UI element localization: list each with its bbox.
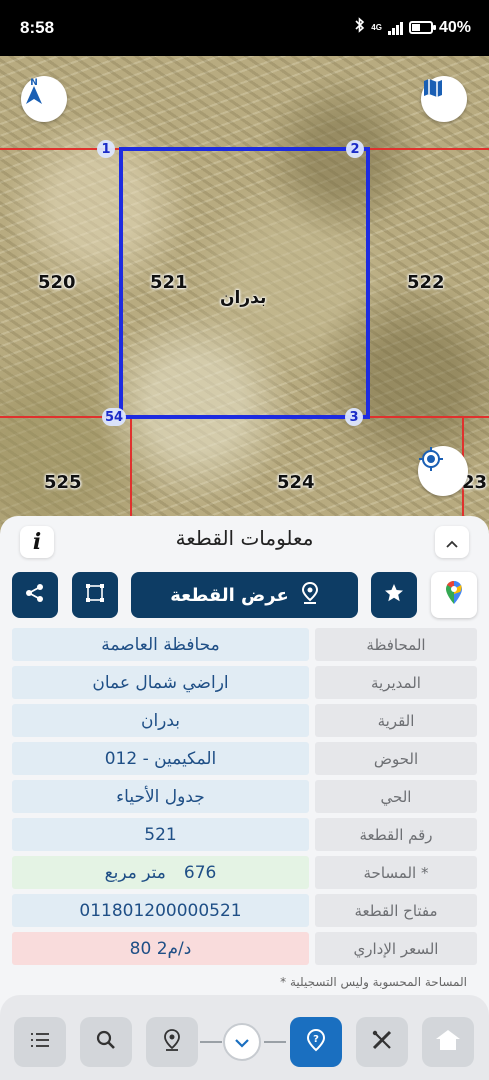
- signal-icon: [387, 21, 403, 35]
- panel-title: معلومات القطعة: [175, 526, 314, 550]
- status-time: 8:58: [20, 18, 55, 37]
- vertex-marker: 1: [97, 140, 115, 158]
- parcel-number-label: 521: [150, 272, 188, 293]
- map-layers-button[interactable]: [421, 76, 467, 122]
- parcel-number-label: 524: [277, 472, 315, 493]
- bluetooth-icon: [355, 17, 365, 38]
- area-value: 676: [183, 862, 217, 883]
- star-icon: [383, 582, 405, 608]
- home-icon: [435, 1028, 461, 1056]
- favorite-button[interactable]: [371, 572, 417, 618]
- plot-key-label: مفتاح القطعة: [315, 894, 477, 927]
- neighborhood-value: جدول الأحياء: [12, 780, 309, 813]
- info-row-directorate: اراضي شمال عمان المديرية: [12, 666, 477, 699]
- admin-price-label: السعر الإداري: [315, 932, 477, 965]
- measure-tools-icon: [371, 1029, 393, 1055]
- network-type: 4G: [371, 22, 382, 32]
- chevron-up-icon: [446, 533, 458, 552]
- basin-value: المكيمين - 012: [12, 742, 309, 775]
- map-pin-icon: [301, 581, 319, 609]
- village-value: بدران: [12, 704, 309, 737]
- basin-label: الحوض: [315, 742, 477, 775]
- help-pin-icon: ?: [305, 1028, 327, 1056]
- info-row-governorate: محافظة العاصمة المحافظة: [12, 628, 477, 661]
- status-icons: 4G 40%: [355, 17, 471, 38]
- governorate-label: المحافظة: [315, 628, 477, 661]
- vertex-marker: 2: [346, 140, 364, 158]
- parcel-number-label: 525: [44, 472, 82, 493]
- plot-query-button[interactable]: ?: [290, 1017, 342, 1067]
- list-button[interactable]: [14, 1017, 66, 1067]
- info-row-neighborhood: جدول الأحياء الحي: [12, 780, 477, 813]
- vertex-marker: 54: [102, 408, 126, 426]
- search-icon: [96, 1030, 116, 1054]
- panel-header: i معلومات القطعة: [0, 516, 489, 566]
- home-button[interactable]: [422, 1017, 474, 1067]
- draw-polygon-button[interactable]: [72, 572, 118, 618]
- view-plot-label: عرض القطعة: [170, 584, 289, 606]
- area-footnote: * المساحة المحسوبة وليس التسجيلية: [280, 975, 467, 989]
- governorate-value: محافظة العاصمة: [12, 628, 309, 661]
- share-button[interactable]: [12, 572, 58, 618]
- neighborhood-label: الحي: [315, 780, 477, 813]
- parcel-number-label: 520: [38, 272, 76, 293]
- info-row-basin: المكيمين - 012 الحوض: [12, 742, 477, 775]
- polygon-icon: [84, 582, 106, 608]
- battery-icon: [408, 21, 436, 34]
- vertex-marker: 3: [345, 408, 363, 426]
- google-maps-icon: [444, 580, 464, 610]
- plot-number-value: 521: [12, 818, 309, 851]
- measure-tools-button[interactable]: [356, 1017, 408, 1067]
- list-icon: [30, 1032, 50, 1052]
- bottom-toolbar: ?: [0, 995, 489, 1080]
- village-label: بدران: [220, 288, 267, 308]
- area-unit: متر مربع: [104, 862, 166, 883]
- area-value-cell: متر مربع 676: [12, 856, 309, 889]
- info-row-admin-price: 80 د/م2 السعر الإداري: [12, 932, 477, 965]
- battery-level: 40%: [438, 18, 471, 36]
- satellite-map[interactable]: 1 2 3 54 520 521 522 525 524 23 بدران N: [0, 56, 489, 556]
- collapse-button[interactable]: [435, 526, 469, 558]
- expand-toolbar-button[interactable]: [223, 1023, 261, 1061]
- parcel-number-label: 522: [407, 272, 445, 293]
- info-row-area: متر مربع 676 المساحة *: [12, 856, 477, 889]
- village-label: القرية: [315, 704, 477, 737]
- share-icon: [24, 582, 46, 608]
- locate-me-button[interactable]: [418, 446, 468, 496]
- info-row-plot-key: 011801200000521 مفتاح القطعة: [12, 894, 477, 927]
- view-plot-button[interactable]: عرض القطعة: [131, 572, 358, 618]
- status-bar: 8:58 4G 40%: [0, 0, 489, 56]
- north-arrow-button[interactable]: N: [21, 76, 67, 122]
- search-button[interactable]: [80, 1017, 132, 1067]
- svg-text:?: ?: [313, 1034, 319, 1045]
- chevron-down-icon: [235, 1033, 249, 1052]
- area-label: المساحة *: [315, 856, 477, 889]
- toolbar-divider: [264, 1041, 286, 1043]
- admin-price-value: 80 د/م2: [12, 932, 309, 965]
- plot-number-label: رقم القطعة: [315, 818, 477, 851]
- directorate-label: المديرية: [315, 666, 477, 699]
- location-pin-icon: [161, 1028, 183, 1056]
- info-row-plot-number: 521 رقم القطعة: [12, 818, 477, 851]
- action-bar: عرض القطعة: [0, 572, 489, 620]
- google-maps-button[interactable]: [431, 572, 477, 618]
- info-row-village: بدران القرية: [12, 704, 477, 737]
- location-button[interactable]: [146, 1017, 198, 1067]
- directorate-value: اراضي شمال عمان: [12, 666, 309, 699]
- toolbar-divider: [200, 1041, 222, 1043]
- plot-key-value: 011801200000521: [12, 894, 309, 927]
